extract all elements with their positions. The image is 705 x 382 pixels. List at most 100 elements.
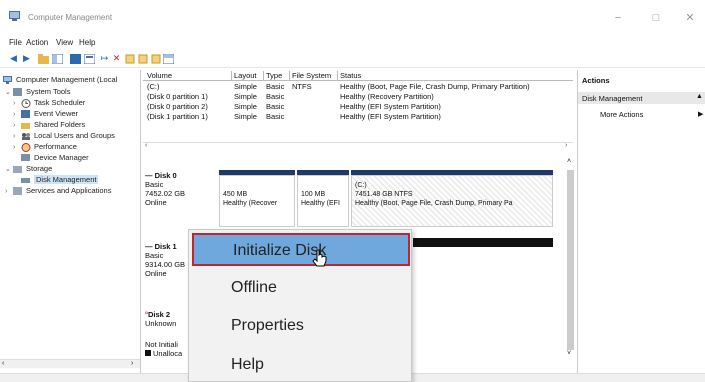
tree-item-local-users[interactable]: › Local Users and Groups xyxy=(13,130,115,141)
status-cell: Healthy (Boot, Page File, Crash Dump, Pr… xyxy=(340,82,530,91)
export-icon[interactable] xyxy=(150,53,161,64)
tree-item-performance[interactable]: › Performance xyxy=(13,141,77,152)
menu-file[interactable]: File xyxy=(9,38,22,47)
tree-scrollbar[interactable]: ‹ › xyxy=(0,359,140,368)
maximize-button[interactable]: □ xyxy=(645,9,667,27)
disk-map-scrollbar[interactable]: ˄ ˅ xyxy=(566,158,575,373)
scrollbar-thumb[interactable] xyxy=(567,170,574,350)
column-status[interactable]: Status xyxy=(340,71,570,80)
properties-menu-item[interactable]: Properties xyxy=(189,308,411,345)
scroll-right-icon[interactable]: › xyxy=(565,142,567,149)
refresh-icon[interactable] xyxy=(137,53,148,64)
tree-item-shared-folders[interactable]: › Shared Folders xyxy=(13,119,85,130)
users-icon xyxy=(22,132,30,140)
partition-status: Healthy (Boot, Page File, Crash Dump, Pr… xyxy=(355,200,513,207)
column-file-system[interactable]: File System xyxy=(292,71,338,80)
menu-item-label: Offline xyxy=(231,279,277,296)
disk-name: Disk 1 xyxy=(154,242,177,251)
mouse-pointer-icon xyxy=(312,249,327,267)
scroll-up-icon[interactable]: ˄ xyxy=(567,158,571,165)
disk-name: Disk 0 xyxy=(154,171,177,180)
scroll-down-icon[interactable]: ˅ xyxy=(567,350,571,357)
folder-icon xyxy=(21,122,30,129)
tree-item-services-applications[interactable]: › Services and Applications xyxy=(5,185,111,196)
back-arrow-icon[interactable]: ◀ xyxy=(8,53,19,64)
disk-status: Online xyxy=(145,198,167,207)
help-menu-item[interactable]: Help xyxy=(189,347,411,382)
properties-icon[interactable] xyxy=(84,53,95,64)
tree-item-disk-management[interactable]: Disk Management xyxy=(21,174,99,185)
unallocated-bar xyxy=(413,238,553,247)
offline-menu-item[interactable]: Offline xyxy=(189,270,411,307)
chevron-down-icon[interactable]: ⌄ xyxy=(5,87,13,98)
column-layout[interactable]: Layout xyxy=(234,71,264,80)
actions-pane: Actions Disk Management ▲ More Actions ▶ xyxy=(577,70,705,373)
connect-icon[interactable]: ↦ xyxy=(99,53,110,64)
more-actions-link[interactable]: More Actions xyxy=(600,110,643,119)
volume-table-scrollbar[interactable]: ‹ › xyxy=(143,142,573,150)
disk-size: 7452.02 GB xyxy=(145,189,186,198)
tree-item-computer-management[interactable]: Computer Management (Local xyxy=(3,74,117,85)
tree-item-event-viewer[interactable]: › Event Viewer xyxy=(13,108,78,119)
partition-efi[interactable]: 100 MB Healthy (EFI xyxy=(297,175,349,227)
unallocated-legend-label: Unalloca xyxy=(153,349,183,358)
status-cell: Healthy (Recovery Partition) xyxy=(340,92,434,101)
partition-status: Healthy (Recover xyxy=(223,200,278,207)
actions-section-label: Disk Management xyxy=(582,94,643,103)
more-actions-arrow-icon[interactable]: ▶ xyxy=(698,110,703,118)
file-system-cell: NTFS xyxy=(292,82,312,91)
actions-section-disk-management[interactable]: Disk Management ▲ xyxy=(578,92,705,104)
services-icon xyxy=(13,186,22,195)
up-folder-icon[interactable] xyxy=(38,53,49,64)
layout-cell: Simple xyxy=(234,102,257,111)
scroll-right-icon[interactable]: › xyxy=(131,360,133,367)
forward-arrow-icon[interactable]: ▶ xyxy=(21,53,32,64)
help-icon[interactable] xyxy=(70,53,81,64)
show-hide-tree-icon[interactable] xyxy=(52,53,63,64)
status-cell: Healthy (EFI System Partition) xyxy=(340,102,441,111)
chevron-right-icon[interactable]: › xyxy=(13,142,21,153)
menu-view[interactable]: View xyxy=(56,38,73,47)
chevron-right-icon[interactable]: › xyxy=(5,186,13,197)
scroll-left-icon[interactable]: ‹ xyxy=(145,142,147,149)
delete-icon[interactable]: ✕ xyxy=(111,53,122,64)
scroll-left-icon[interactable]: ‹ xyxy=(2,360,4,367)
layout-cell: Simple xyxy=(234,112,257,121)
volume-cell: (Disk 1 partition 1) xyxy=(147,112,208,121)
settings-icon[interactable] xyxy=(124,53,135,64)
column-volume[interactable]: Volume xyxy=(147,71,232,80)
unallocated-legend-swatch xyxy=(145,350,151,356)
view-icon[interactable] xyxy=(163,53,174,64)
table-row[interactable]: (Disk 0 partition 1) Simple Basic Health… xyxy=(143,92,573,102)
layout-cell: Simple xyxy=(234,92,257,101)
tree-item-task-scheduler[interactable]: › Task Scheduler xyxy=(13,97,85,108)
computer-management-icon xyxy=(9,11,20,21)
close-button[interactable]: ✕ xyxy=(679,9,701,27)
partition-recovery[interactable]: 450 MB Healthy (Recover xyxy=(219,175,295,227)
initialize-disk-menu-item[interactable]: Initialize Disk xyxy=(192,233,410,266)
disk-management-icon xyxy=(21,177,30,183)
menu-help[interactable]: Help xyxy=(79,38,95,47)
column-type[interactable]: Type xyxy=(266,71,290,80)
chevron-down-icon[interactable]: ⌄ xyxy=(5,164,13,175)
event-viewer-icon xyxy=(21,109,30,118)
tree-item-device-manager[interactable]: Device Manager xyxy=(21,152,89,163)
window-title: Computer Management xyxy=(28,13,113,22)
type-cell: Basic xyxy=(266,112,285,121)
volume-cell: (Disk 0 partition 2) xyxy=(147,102,208,111)
tree-item-storage[interactable]: ⌄ Storage xyxy=(5,163,52,174)
collapse-icon[interactable]: ▲ xyxy=(696,93,703,100)
partition-drive-letter: (C:) xyxy=(355,182,367,189)
tree-item-system-tools[interactable]: ⌄ System Tools xyxy=(5,86,70,97)
table-row[interactable]: (Disk 0 partition 2) Simple Basic Health… xyxy=(143,102,573,112)
computer-icon xyxy=(3,75,12,84)
menu-action[interactable]: Action xyxy=(26,38,48,47)
partition-size: 450 MB xyxy=(223,191,248,198)
minimize-button[interactable]: − xyxy=(607,9,629,27)
table-row[interactable]: (Disk 1 partition 1) Simple Basic Health… xyxy=(143,112,573,122)
device-manager-icon xyxy=(21,153,30,161)
table-row[interactable]: (C:) Simple Basic NTFS Healthy (Boot, Pa… xyxy=(143,82,573,92)
partition-c-drive[interactable]: (C:) 7451.48 GB NTFS Healthy (Boot, Page… xyxy=(351,175,553,227)
volume-cell: (Disk 0 partition 1) xyxy=(147,92,208,101)
disk-0-label[interactable]: — Disk 0 Basic 7452.02 GB Online xyxy=(145,171,215,207)
